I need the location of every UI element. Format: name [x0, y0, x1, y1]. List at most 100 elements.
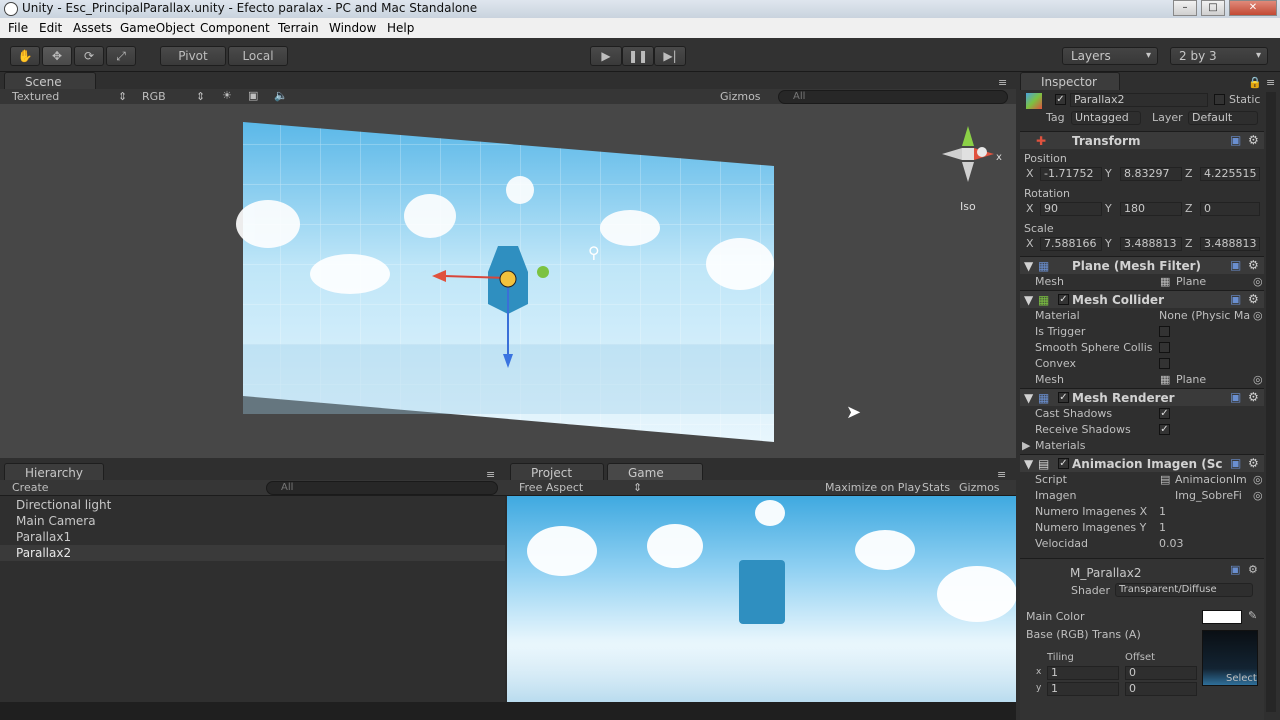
convex-checkbox[interactable]	[1159, 358, 1170, 369]
help-icon[interactable]: ▣	[1230, 563, 1240, 576]
foldout-arrow-icon[interactable]: ▶	[1022, 439, 1030, 452]
hierarchy-item-parallax1[interactable]: Parallax1	[16, 530, 71, 544]
scale-tool-button[interactable]: ⤢	[106, 46, 136, 66]
scene-search-input[interactable]: All	[778, 90, 1008, 104]
menu-assets[interactable]: Assets	[73, 21, 112, 35]
minimize-button[interactable]: –	[1173, 0, 1197, 16]
main-color-swatch[interactable]	[1202, 610, 1242, 624]
channel-dropdown[interactable]: RGB	[142, 90, 166, 103]
static-checkbox[interactable]	[1214, 94, 1225, 105]
step-button[interactable]: ▶|	[654, 46, 686, 66]
render-mode-dropdown[interactable]: Textured	[12, 90, 59, 103]
game-view[interactable]	[507, 496, 1016, 702]
receive-shadows-checkbox[interactable]: ✓	[1159, 424, 1170, 435]
play-button[interactable]: ▶	[590, 46, 622, 66]
tiling-y-field[interactable]: 1	[1047, 682, 1119, 696]
smooth-sphere-checkbox[interactable]	[1159, 342, 1170, 353]
cast-shadows-checkbox[interactable]: ✓	[1159, 408, 1170, 419]
scale-x-field[interactable]: 7.588166	[1040, 237, 1102, 251]
texture-select-button[interactable]: Select	[1226, 673, 1257, 684]
transform-header[interactable]: ✚ Transform ▣ ⚙	[1020, 131, 1264, 149]
menu-component[interactable]: Component	[200, 21, 270, 35]
gear-icon[interactable]: ⚙	[1248, 258, 1259, 272]
image-toggle-icon[interactable]: ▣	[248, 89, 258, 102]
audio-toggle-icon[interactable]: 🔈	[274, 89, 288, 102]
rotation-y-field[interactable]: 180	[1120, 202, 1182, 216]
tab-inspector[interactable]: Inspector	[1020, 72, 1120, 90]
aspect-dropdown[interactable]: Free Aspect	[519, 481, 583, 494]
inspector-scrollbar[interactable]	[1266, 92, 1276, 712]
tiling-x-field[interactable]: 1	[1047, 666, 1119, 680]
menu-gameobject[interactable]: GameObject	[120, 21, 195, 35]
mesh-field[interactable]: Plane	[1176, 275, 1206, 288]
hierarchy-item-directional-light[interactable]: Directional light	[16, 498, 111, 512]
object-picker-icon[interactable]: ◎	[1253, 373, 1263, 386]
object-name-field[interactable]: Parallax2	[1070, 93, 1208, 107]
tab-scene[interactable]: Scene	[4, 72, 96, 90]
hierarchy-item-main-camera[interactable]: Main Camera	[16, 514, 96, 528]
z-axis-handle[interactable]	[537, 266, 549, 278]
game-gizmos-dropdown[interactable]: Gizmos	[959, 481, 1000, 494]
tab-hierarchy[interactable]: Hierarchy	[4, 463, 104, 481]
create-dropdown[interactable]: Create	[12, 481, 49, 494]
tab-game[interactable]: Game	[607, 463, 703, 481]
rotation-z-field[interactable]: 0	[1200, 202, 1260, 216]
object-picker-icon[interactable]: ◎	[1253, 473, 1263, 486]
menu-terrain[interactable]: Terrain	[278, 21, 319, 35]
help-icon[interactable]: ▣	[1230, 258, 1241, 272]
mesh-renderer-header[interactable]: ▼ ▦ ✓ Mesh Renderer ▣ ⚙	[1020, 388, 1264, 406]
maximize-on-play-toggle[interactable]: Maximize on Play	[825, 481, 921, 494]
tab-project[interactable]: Project	[510, 463, 604, 481]
foldout-arrow-icon[interactable]: ▼	[1024, 293, 1033, 307]
hierarchy-item-parallax2[interactable]: Parallax2	[16, 546, 71, 560]
lighting-toggle-icon[interactable]: ☀	[222, 89, 232, 102]
gear-icon[interactable]: ⚙	[1248, 390, 1259, 404]
panel-menu-icon[interactable]: ≡	[998, 76, 1007, 89]
gear-icon[interactable]: ⚙	[1248, 133, 1259, 147]
scale-z-field[interactable]: 3.488813	[1200, 237, 1260, 251]
gizmos-dropdown[interactable]: Gizmos	[720, 90, 761, 103]
renderer-enabled-checkbox[interactable]: ✓	[1058, 392, 1069, 403]
foldout-arrow-icon[interactable]: ▼	[1024, 259, 1033, 273]
lock-icon[interactable]: 🔒	[1248, 76, 1262, 89]
numero-imagenes-x-field[interactable]: 1	[1159, 505, 1166, 518]
offset-x-field[interactable]: 0	[1125, 666, 1197, 680]
stats-toggle[interactable]: Stats	[922, 481, 950, 494]
help-icon[interactable]: ▣	[1230, 292, 1241, 306]
orientation-gizmo[interactable]	[942, 126, 994, 182]
collider-enabled-checkbox[interactable]: ✓	[1058, 294, 1069, 305]
mesh-filter-header[interactable]: ▼ ▦ Plane (Mesh Filter) ▣ ⚙	[1020, 256, 1264, 274]
foldout-arrow-icon[interactable]: ▼	[1024, 391, 1033, 405]
materials-foldout[interactable]: Materials	[1035, 439, 1085, 452]
position-y-field[interactable]: 8.83297	[1120, 167, 1182, 181]
foldout-arrow-icon[interactable]: ▼	[1024, 457, 1033, 471]
rotation-x-field[interactable]: 90	[1040, 202, 1102, 216]
menu-file[interactable]: File	[8, 21, 28, 35]
maximize-button[interactable]: □	[1201, 0, 1225, 16]
tag-dropdown[interactable]: Untagged	[1071, 111, 1141, 125]
local-toggle[interactable]: Local	[228, 46, 288, 66]
collider-mesh-field[interactable]: Plane	[1176, 373, 1206, 386]
layers-dropdown[interactable]: Layers	[1062, 47, 1158, 65]
active-checkbox[interactable]: ✓	[1055, 94, 1066, 105]
scale-y-field[interactable]: 3.488813	[1120, 237, 1182, 251]
gear-icon[interactable]: ⚙	[1248, 456, 1259, 470]
hierarchy-search-input[interactable]: All	[266, 481, 498, 495]
hand-tool-button[interactable]: ✋	[10, 46, 40, 66]
material-field[interactable]: None (Physic Ma	[1159, 309, 1253, 322]
move-tool-button[interactable]: ✥	[42, 46, 72, 66]
object-picker-icon[interactable]: ◎	[1253, 489, 1263, 502]
help-icon[interactable]: ▣	[1230, 456, 1241, 470]
gear-icon[interactable]: ⚙	[1248, 563, 1258, 576]
panel-menu-icon[interactable]: ≡	[1266, 76, 1275, 89]
numero-imagenes-y-field[interactable]: 1	[1159, 521, 1166, 534]
menu-window[interactable]: Window	[329, 21, 376, 35]
menu-edit[interactable]: Edit	[39, 21, 62, 35]
scene-view[interactable]: ⚲ x Iso ➤	[0, 104, 1016, 458]
help-icon[interactable]: ▣	[1230, 133, 1241, 147]
layer-dropdown[interactable]: Default	[1188, 111, 1258, 125]
script-field[interactable]: AnimacionIm	[1175, 473, 1253, 486]
is-trigger-checkbox[interactable]	[1159, 326, 1170, 337]
close-button[interactable]: ✕	[1229, 0, 1277, 16]
shader-dropdown[interactable]: Transparent/Diffuse	[1115, 583, 1253, 597]
